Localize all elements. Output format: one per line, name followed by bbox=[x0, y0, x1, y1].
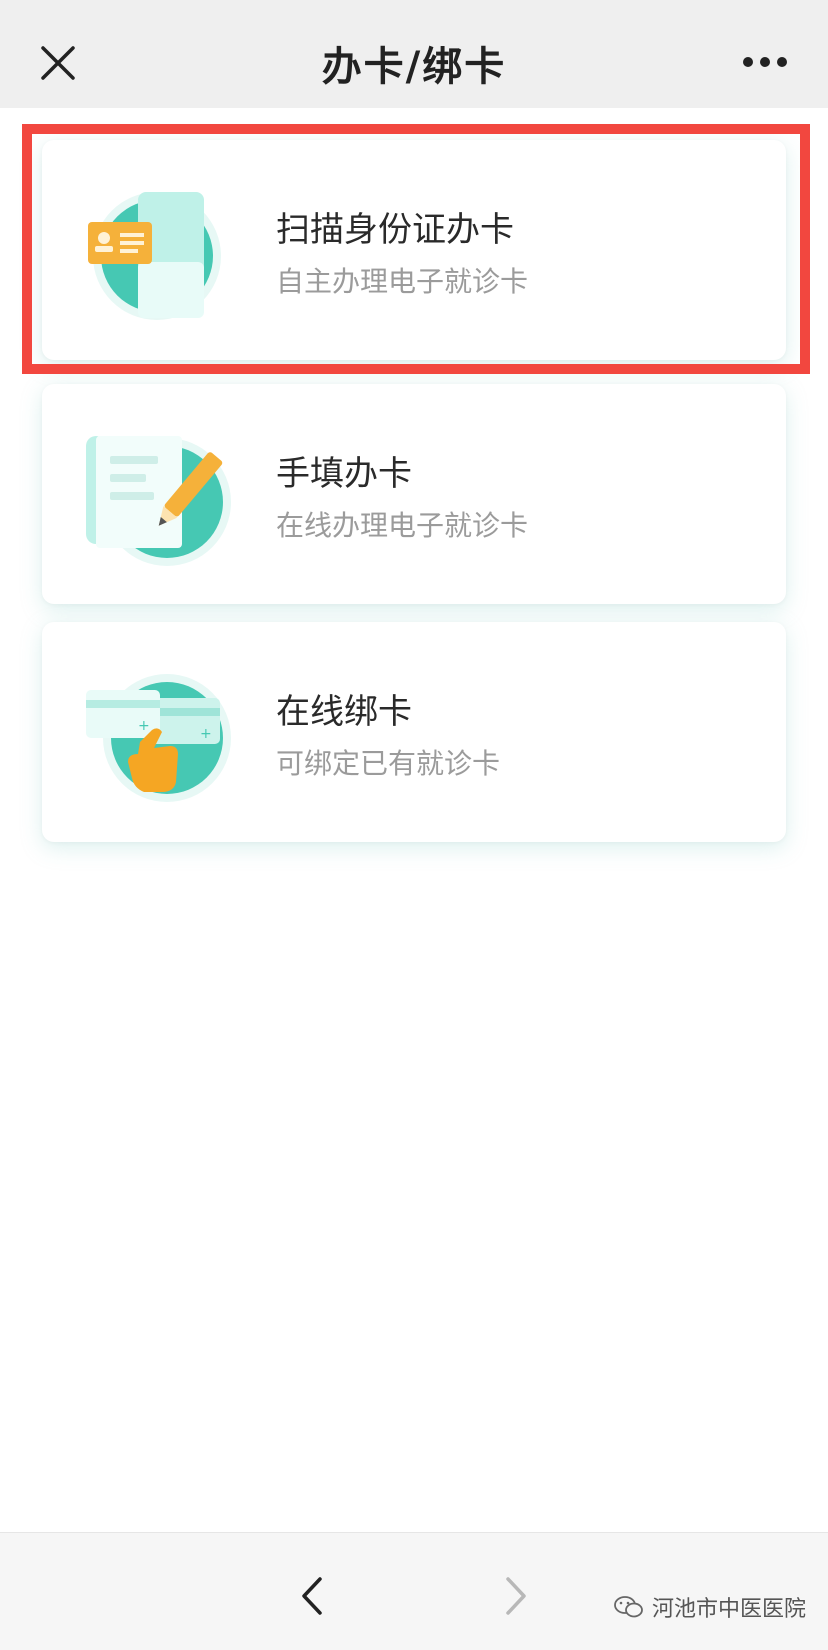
card-subtitle: 可绑定已有就诊卡 bbox=[276, 747, 501, 780]
wechat-icon bbox=[614, 1596, 643, 1618]
card-title: 在线绑卡 bbox=[276, 692, 412, 732]
card-title: 扫描身份证办卡 bbox=[276, 210, 514, 250]
card-subtitle: 自主办理电子就诊卡 bbox=[276, 265, 529, 298]
svg-text:+: + bbox=[200, 726, 212, 742]
card-title: 手填办卡 bbox=[276, 454, 412, 494]
forward-arrow-icon[interactable] bbox=[502, 1575, 530, 1617]
scan-id-card-option[interactable]: 扫描身份证办卡 自主办理电子就诊卡 bbox=[42, 140, 786, 360]
bottom-nav-bar: 河池市中医医院 bbox=[0, 1532, 828, 1650]
id-card-scan-icon bbox=[88, 192, 221, 320]
watermark-text: 河池市中医医院 bbox=[651, 1597, 806, 1622]
card-subtitle: 在线办理电子就诊卡 bbox=[276, 509, 529, 542]
online-bind-card-option[interactable]: + + 在线绑卡 可绑定已有就诊卡 bbox=[42, 622, 786, 842]
card-bind-icon: + + bbox=[86, 674, 231, 802]
more-options-icon[interactable] bbox=[742, 55, 788, 69]
watermark: 河池市中医医院 bbox=[614, 1591, 806, 1623]
svg-text:+: + bbox=[138, 718, 150, 734]
form-edit-icon bbox=[86, 436, 231, 566]
page-title: 办卡/绑卡 bbox=[321, 44, 507, 90]
back-arrow-icon[interactable] bbox=[298, 1575, 326, 1617]
manual-fill-option[interactable]: 手填办卡 在线办理电子就诊卡 bbox=[42, 384, 786, 604]
top-bar: 办卡/绑卡 bbox=[0, 0, 828, 108]
